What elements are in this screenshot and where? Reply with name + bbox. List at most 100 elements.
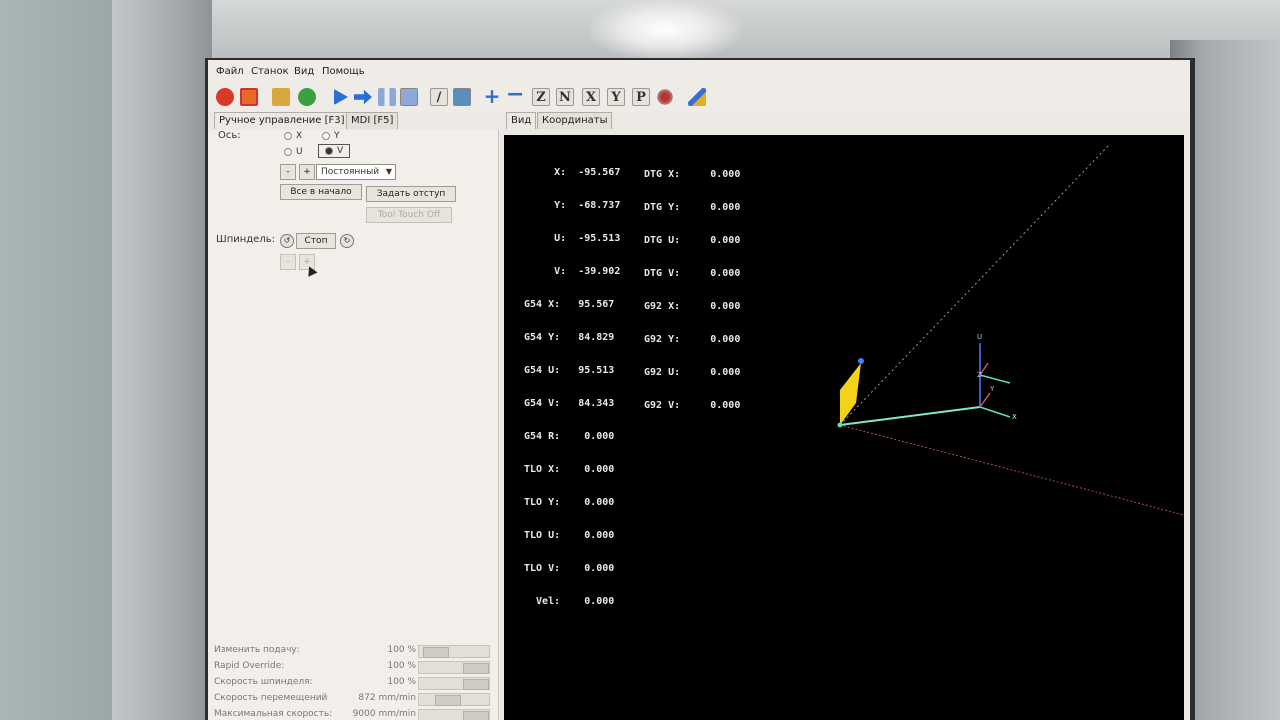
slider-value: 872 mm/min: [358, 693, 416, 703]
slider-spindle-override[interactable]: Скорость шпинделя: 100 %: [212, 675, 492, 690]
axis-label: Ось:: [218, 130, 241, 141]
tab-mdi[interactable]: MDI [F5]: [346, 112, 399, 129]
slider-name: Скорость шпинделя:: [214, 677, 313, 687]
axis-z-label: Z: [977, 371, 982, 379]
axis-v-label: V: [337, 146, 344, 156]
zoom-in-icon[interactable]: +: [483, 86, 501, 106]
x-axis-line: [979, 406, 1011, 418]
rotate-view-icon[interactable]: [656, 88, 674, 106]
spindle-minus-button[interactable]: -: [280, 254, 296, 270]
manual-control-panel: Ось: X Y U V - + Постоянный ▼ Все в начал…: [208, 130, 499, 720]
view-z2-icon[interactable]: N: [556, 88, 574, 106]
spindle-cw-icon[interactable]: ↻: [340, 234, 354, 248]
feed-path-line: [839, 406, 981, 426]
power-icon[interactable]: [240, 88, 258, 106]
y-axis-line: [979, 392, 991, 408]
slider-value: 9000 mm/min: [352, 709, 416, 719]
axis-x-label: X: [296, 131, 303, 141]
slider-knob[interactable]: [463, 679, 489, 690]
tab-manual[interactable]: Ручное управление [F3]: [214, 112, 350, 129]
slider-track[interactable]: [418, 677, 490, 690]
estop-icon[interactable]: [216, 88, 234, 106]
override-sliders: Изменить подачу: 100 % Rapid Override: 1…: [208, 635, 498, 720]
u-axis-line: [979, 374, 1011, 384]
spindle-ccw-icon[interactable]: ↺: [280, 234, 294, 248]
axis-x-label: X: [1012, 413, 1017, 421]
slider-name: Скорость перемещений: [214, 693, 328, 703]
axis-u-label: U: [977, 333, 982, 341]
radio-dot-icon: [284, 131, 292, 140]
jog-minus-button[interactable]: -: [280, 164, 296, 180]
wall-background: [0, 0, 120, 720]
left-tabs: Ручное управление [F3] MDI [F5]: [214, 112, 504, 130]
home-all-button[interactable]: Все в начало: [280, 184, 362, 200]
axis-radio-x[interactable]: X: [284, 131, 302, 141]
zoom-out-icon[interactable]: −: [506, 84, 524, 106]
slider-feed-override[interactable]: Изменить подачу: 100 %: [212, 643, 492, 658]
menu-help[interactable]: Помощь: [322, 66, 365, 77]
axis-radio-v[interactable]: V: [318, 144, 351, 158]
optional-stop-icon[interactable]: [453, 88, 471, 106]
menu-machine[interactable]: Станок: [251, 66, 289, 77]
tab-view[interactable]: Вид: [506, 112, 537, 129]
light-glare: [590, 0, 740, 60]
menu-view[interactable]: Вид: [294, 66, 314, 77]
view-z-icon[interactable]: Z: [532, 88, 550, 106]
slider-track[interactable]: [418, 693, 490, 706]
slider-jog-speed[interactable]: Скорость перемещений 872 mm/min: [212, 691, 492, 706]
axis-radio-y[interactable]: Y: [322, 131, 340, 141]
slider-name: Rapid Override:: [214, 661, 285, 671]
tool-tip-icon: [858, 358, 864, 364]
radio-dot-icon: [322, 131, 330, 140]
slider-max-velocity[interactable]: Максимальная скорость: 9000 mm/min: [212, 707, 492, 720]
slider-knob[interactable]: [423, 647, 449, 658]
monitor-frame-left: [112, 0, 212, 720]
view-x-icon[interactable]: X: [582, 88, 600, 106]
menu-file[interactable]: Файл: [216, 66, 244, 77]
axis-y-label: Y: [989, 385, 995, 393]
slider-name: Изменить подачу:: [214, 645, 300, 655]
stop-icon[interactable]: [400, 88, 418, 106]
radio-dot-icon: [325, 146, 333, 155]
open-folder-icon[interactable]: [272, 88, 290, 106]
view-y-icon[interactable]: Y: [607, 88, 625, 106]
pause-icon[interactable]: [378, 88, 396, 106]
rapid-path-line: [839, 424, 1184, 516]
spindle-label: Шпиндель:: [216, 234, 275, 245]
slider-track[interactable]: [418, 709, 490, 720]
limit-box-edge: [839, 144, 1110, 426]
toolpath-canvas: U X Y Z: [837, 144, 1184, 516]
axis-u-label: U: [296, 147, 303, 157]
slider-track[interactable]: [418, 661, 490, 674]
preview-3d-view[interactable]: X: -95.567 Y: -68.737 U: -95.513 V: -39.…: [504, 135, 1184, 720]
block-delete-icon[interactable]: /: [430, 88, 448, 106]
spindle-stop-button[interactable]: Стоп: [296, 233, 336, 249]
jog-mode-select[interactable]: Постоянный ▼: [316, 164, 396, 180]
view-p-icon[interactable]: P: [632, 88, 650, 106]
radio-dot-icon: [284, 147, 292, 156]
step-icon[interactable]: [354, 89, 372, 105]
run-icon[interactable]: [334, 89, 348, 105]
touch-off-button[interactable]: Задать отступ: [366, 186, 456, 202]
toolbar: / + − Z N X Y P: [208, 82, 1190, 112]
clear-plot-icon[interactable]: [688, 88, 706, 106]
slider-knob[interactable]: [435, 695, 461, 706]
right-tabs: Вид Координаты: [506, 112, 906, 130]
screen: Файл Станок Вид Помощь / + − Z N X Y P Р…: [208, 60, 1190, 720]
jog-plus-button[interactable]: +: [299, 164, 315, 180]
origin-marker-icon: [837, 422, 843, 428]
slider-knob[interactable]: [463, 663, 489, 674]
slider-value: 100 %: [387, 661, 416, 671]
slider-track[interactable]: [418, 645, 490, 658]
slider-value: 100 %: [387, 677, 416, 687]
slider-name: Максимальная скорость:: [214, 709, 333, 719]
slider-knob[interactable]: [463, 711, 489, 720]
tab-coords[interactable]: Координаты: [537, 112, 613, 129]
axis-radio-u[interactable]: U: [284, 147, 303, 157]
slider-rapid-override[interactable]: Rapid Override: 100 %: [212, 659, 492, 674]
axis-y-label: Y: [334, 131, 340, 141]
tool-touch-off-button[interactable]: Tool Touch Off: [366, 207, 452, 223]
reload-icon[interactable]: [298, 88, 316, 106]
chevron-down-icon: ▼: [385, 167, 392, 176]
slider-value: 100 %: [387, 645, 416, 655]
